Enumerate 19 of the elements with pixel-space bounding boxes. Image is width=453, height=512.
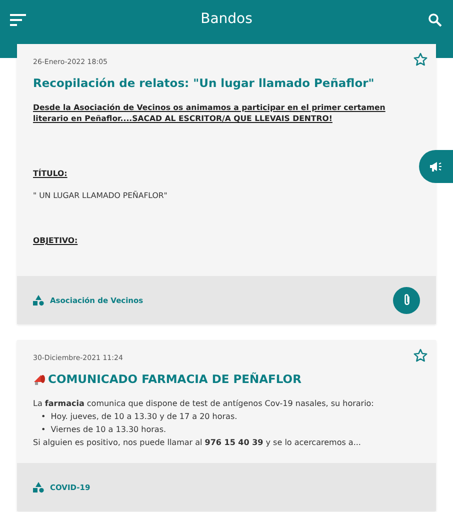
app-title: Bandos xyxy=(200,11,252,27)
megaphone-icon xyxy=(429,160,443,172)
star-icon[interactable] xyxy=(413,52,428,67)
shapes-icon xyxy=(33,294,44,306)
shapes-icon xyxy=(33,482,44,492)
post-title[interactable]: COMUNICADO FARMACIA DE PEÑAFLOR xyxy=(48,372,302,386)
post-title[interactable]: Recopilación de relatos: "Un lugar llamado Peñaflor" xyxy=(33,76,374,90)
star-icon[interactable] xyxy=(413,348,428,363)
body-paragraph: Si alguien es positivo, nos puede llamar al 976 15 40 39 y se lo acercaremos a... xyxy=(33,437,362,449)
bullet-item: Viernes de 10 a 13.30 horas. xyxy=(50,424,166,436)
announcement-button[interactable] xyxy=(419,150,453,183)
menu-icon[interactable] xyxy=(10,12,26,28)
bullet-marker: • xyxy=(41,411,46,423)
attachment-button[interactable] xyxy=(393,286,420,314)
body-paragraph: La farmacia comunica que dispone de test de antígenos Cov-19 nasales, su horario: xyxy=(33,398,375,410)
search-icon[interactable] xyxy=(427,12,443,28)
bullet-marker: • xyxy=(41,424,46,436)
bullet-item: Hoy. jueves, de 10 a 13.30 y de 17 a 20 horas. xyxy=(50,411,238,423)
paperclip-icon xyxy=(402,293,412,307)
